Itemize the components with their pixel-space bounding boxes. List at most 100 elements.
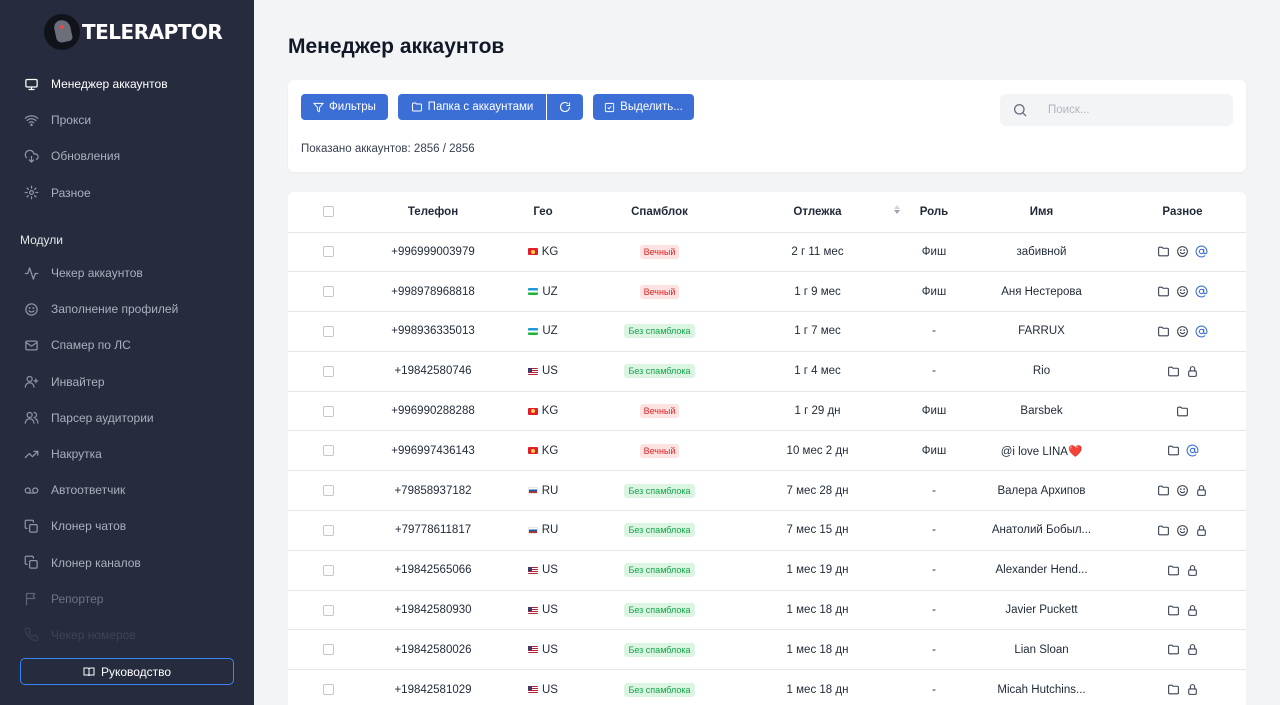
lock-icon[interactable] — [1186, 643, 1199, 656]
row-checkbox[interactable] — [322, 524, 334, 536]
geo-code: UZ — [542, 285, 558, 298]
spamblock-badge: Вечный — [639, 404, 680, 419]
sidebar-item-4[interactable]: Инвайтер — [0, 364, 254, 400]
lock-icon[interactable] — [1186, 365, 1199, 378]
row-checkbox[interactable] — [322, 684, 334, 696]
at-sign-icon[interactable] — [1195, 285, 1208, 298]
smile-icon[interactable] — [1176, 245, 1189, 258]
folder-icon[interactable] — [1157, 524, 1170, 537]
row-checkbox[interactable] — [322, 325, 334, 337]
row-checkbox[interactable] — [322, 405, 334, 417]
row-checkbox[interactable] — [322, 604, 334, 616]
name-cell: Валера Архипов — [964, 470, 1119, 512]
table-row[interactable]: +998978968818 UZ Вечный 1 г 9 мес Фиш Аня Нес… — [288, 271, 1246, 313]
folder-icon[interactable] — [1176, 405, 1189, 418]
column-header-name[interactable]: Имя — [964, 192, 1119, 233]
column-header-age-wrap[interactable]: Отлежка — [731, 192, 904, 233]
search-icon — [1012, 102, 1028, 118]
smile-icon[interactable] — [1176, 484, 1189, 497]
sidebar-item-3[interactable]: Обновления — [0, 138, 254, 174]
column-header-phone[interactable]: Телефон — [368, 192, 498, 233]
sidebar-item-label: Менеджер аккаунтов — [51, 77, 168, 92]
at-sign-icon[interactable] — [1195, 245, 1208, 258]
sidebar-item-5[interactable]: Парсер аудитории — [0, 400, 254, 436]
folder-icon[interactable] — [1167, 643, 1180, 656]
column-header-misc[interactable]: Разное — [1119, 192, 1246, 233]
sidebar-item-1-active[interactable]: Менеджер аккаунтов — [0, 66, 254, 102]
users-icon — [23, 410, 39, 426]
sidebar-item-11[interactable]: Чекер номеров — [0, 617, 254, 653]
select-button[interactable]: Выделить... — [593, 94, 694, 120]
refresh-button[interactable] — [547, 94, 583, 120]
folder-icon[interactable] — [1157, 245, 1170, 258]
guide-button[interactable]: Руководство — [20, 658, 234, 685]
column-header-geo[interactable]: Гео — [498, 192, 588, 233]
row-checkbox[interactable] — [322, 564, 334, 576]
folder-icon[interactable] — [1167, 683, 1180, 696]
lock-icon[interactable] — [1195, 484, 1208, 497]
table-row[interactable]: +998936335013 UZ Без спамблока 1 г 7 мес - FA… — [288, 311, 1246, 352]
table-row[interactable]: +19842565066 US Без спамблока 1 мес 19 дн - A… — [288, 550, 1246, 591]
lock-icon[interactable] — [1186, 604, 1199, 617]
phone-cell: +19842580746 — [368, 351, 498, 392]
smile-icon[interactable] — [1176, 325, 1189, 338]
folder-icon[interactable] — [1157, 285, 1170, 298]
table-row[interactable]: +19842580026 US Без спамблока 1 мес 18 дн - L… — [288, 629, 1246, 671]
lock-icon[interactable] — [1186, 564, 1199, 577]
name-cell: Micah Hutchins... — [964, 669, 1119, 705]
column-header-spamblock[interactable]: Спамблок — [588, 192, 731, 233]
lock-icon[interactable] — [1195, 524, 1208, 537]
row-checkbox[interactable] — [322, 246, 334, 258]
row-checkbox[interactable] — [322, 445, 334, 457]
row-checkbox[interactable] — [322, 365, 334, 377]
filters-button[interactable]: Фильтры — [301, 94, 388, 120]
at-sign-icon[interactable] — [1186, 444, 1199, 457]
sidebar-item-10[interactable]: Репортер — [0, 581, 254, 617]
geo-code: US — [542, 564, 558, 577]
table-row[interactable]: +79778611817 RU Без спамблока 7 мес 15 дн - А… — [288, 510, 1246, 551]
raptor-logo-icon — [44, 14, 80, 50]
at-sign-icon[interactable] — [1195, 325, 1208, 338]
row-checkbox[interactable] — [322, 644, 334, 656]
sidebar-item-2[interactable]: Заполнение профилей — [0, 291, 254, 327]
row-checkbox[interactable] — [322, 485, 334, 497]
sidebar-item-8[interactable]: Клонер чатов — [0, 508, 254, 544]
sidebar-item-label: Накрутка — [51, 447, 102, 462]
misc-cell — [1119, 590, 1246, 631]
table-row[interactable]: +996997436143 KG Вечный 10 мес 2 дн Фиш @i lo… — [288, 430, 1246, 472]
folder-icon[interactable] — [1157, 325, 1170, 338]
column-header-role[interactable]: Роль — [904, 192, 964, 233]
lock-icon[interactable] — [1186, 683, 1199, 696]
app-logo[interactable]: TELERAPTOR — [44, 14, 223, 50]
sidebar-item-3[interactable]: Спамер по ЛС — [0, 327, 254, 363]
sidebar-item-4[interactable]: Разное — [0, 175, 254, 211]
folder-icon[interactable] — [1167, 564, 1180, 577]
country-flag-icon — [527, 487, 538, 495]
sidebar-item-6[interactable]: Накрутка — [0, 436, 254, 472]
smile-icon[interactable] — [1176, 524, 1189, 537]
sidebar-item-7[interactable]: Автоответчик — [0, 472, 254, 508]
table-row[interactable]: +19842580746 US Без спамблока 1 г 4 мес - Rio — [288, 351, 1246, 392]
sort-icon[interactable] — [894, 205, 900, 214]
search-box[interactable] — [1000, 94, 1233, 126]
table-row[interactable]: +996990288288 KG Вечный 1 г 29 дн Фиш Barsbek — [288, 391, 1246, 432]
folder-icon[interactable] — [1167, 444, 1180, 457]
geo-cell: US — [498, 629, 588, 671]
sidebar-item-1[interactable]: Чекер аккаунтов — [0, 255, 254, 291]
select-all-checkbox[interactable] — [322, 206, 334, 218]
folder-icon[interactable] — [1157, 484, 1170, 497]
age-cell: 2 г 11 мес — [731, 232, 904, 273]
sidebar-item-9[interactable]: Клонер каналов — [0, 545, 254, 581]
search-input[interactable] — [1048, 104, 1208, 116]
table-row[interactable]: +19842581029 US Без спамблока 1 мес 18 дн - M… — [288, 669, 1246, 705]
smile-icon[interactable] — [1176, 285, 1189, 298]
spamblock-cell: Без спамблока — [588, 550, 731, 591]
table-row[interactable]: +79858937182 RU Без спамблока 7 мес 28 дн - В… — [288, 470, 1246, 512]
accounts-folder-button[interactable]: Папка с аккаунтами — [398, 94, 546, 120]
table-row[interactable]: +19842580930 US Без спамблока 1 мес 18 дн - J… — [288, 590, 1246, 631]
table-row[interactable]: +996999003979 KG Вечный 2 г 11 мес Фиш забивн… — [288, 232, 1246, 273]
row-checkbox[interactable] — [322, 286, 334, 298]
folder-icon[interactable] — [1167, 365, 1180, 378]
folder-icon[interactable] — [1167, 604, 1180, 617]
sidebar-item-2[interactable]: Прокси — [0, 102, 254, 138]
